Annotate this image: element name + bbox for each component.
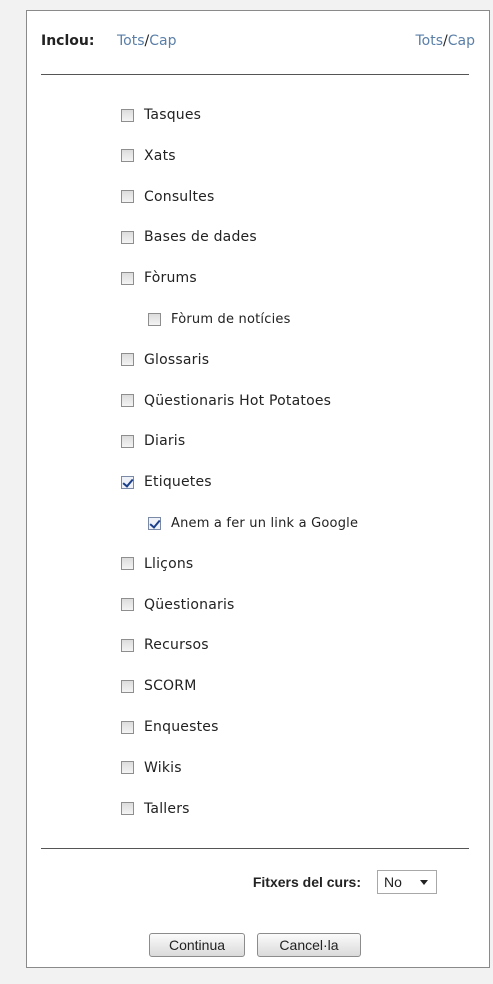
course-files-label: Fitxers del curs: xyxy=(252,874,361,890)
chevron-down-icon xyxy=(420,880,428,885)
module-label: SCORM xyxy=(144,678,197,695)
top-divider xyxy=(41,74,469,75)
module-item: Tasques xyxy=(121,105,201,125)
module-label: Tasques xyxy=(144,107,202,123)
course-files-select[interactable]: No xyxy=(377,870,437,894)
include-label: Inclou: xyxy=(41,33,95,49)
module-label: Lliçons xyxy=(144,555,194,572)
backup-options-panel: Inclou: Tots/Cap Tots/Cap Tasques Xats Con… xyxy=(26,10,490,968)
course-files-select-value: No xyxy=(384,874,402,890)
module-label: Consultes xyxy=(144,188,215,205)
module-item: Qüestionaris Hot Potatoes xyxy=(121,391,331,411)
module-item: Consultes xyxy=(121,187,214,207)
module-label: Glossaris xyxy=(144,351,210,368)
module-label: Xats xyxy=(144,147,176,164)
module-item: Diaris xyxy=(121,431,185,451)
module-item: SCORM xyxy=(121,676,197,696)
include-links-left: Tots/Cap xyxy=(117,33,177,49)
module-checkbox[interactable] xyxy=(121,638,134,652)
module-checkbox[interactable] xyxy=(121,598,134,612)
module-checkbox[interactable] xyxy=(121,353,134,367)
module-checkbox[interactable] xyxy=(121,557,134,571)
sub-module-item: Fòrum de notícies xyxy=(148,309,291,329)
module-label: Etiquetes xyxy=(144,474,212,491)
module-label: Anem a fer un link a Google xyxy=(171,515,359,531)
module-item: Wikis xyxy=(121,758,182,778)
module-checkbox[interactable] xyxy=(121,720,134,734)
module-checkbox[interactable] xyxy=(121,149,134,163)
module-label: Fòrum de notícies xyxy=(171,311,291,327)
continue-button[interactable]: Continua xyxy=(149,933,245,957)
module-checkbox[interactable] xyxy=(121,230,134,244)
module-checkbox[interactable] xyxy=(121,271,134,285)
module-item: Fòrums xyxy=(121,268,197,288)
module-checkbox[interactable] xyxy=(121,679,134,693)
module-checkbox[interactable] xyxy=(121,802,134,816)
select-all-link[interactable]: Tots xyxy=(117,33,145,49)
module-label: Bases de dades xyxy=(144,229,257,246)
module-label: Qüestionaris Hot Potatoes xyxy=(144,392,332,409)
module-item: Qüestionaris xyxy=(121,595,235,615)
module-checkbox[interactable] xyxy=(121,108,134,122)
module-label: Tallers xyxy=(144,800,190,817)
include-header: Inclou: Tots/Cap Tots/Cap xyxy=(41,33,475,55)
module-item: Tallers xyxy=(121,799,190,819)
select-none-userdata-link[interactable]: Cap xyxy=(448,33,475,49)
module-checkbox[interactable] xyxy=(121,475,134,489)
select-all-userdata-link[interactable]: Tots xyxy=(416,33,444,49)
module-item: Xats xyxy=(121,146,176,166)
module-item: Enquestes xyxy=(121,717,219,737)
module-checkbox[interactable] xyxy=(121,434,134,448)
module-checkbox[interactable] xyxy=(121,394,134,408)
module-item: Recursos xyxy=(121,635,209,655)
select-none-link[interactable]: Cap xyxy=(149,33,176,49)
module-item: Lliçons xyxy=(121,554,193,574)
module-checkbox[interactable] xyxy=(121,190,134,204)
module-label: Wikis xyxy=(144,759,182,776)
bottom-divider xyxy=(41,848,469,849)
module-checkbox[interactable] xyxy=(148,516,161,530)
module-item: Etiquetes xyxy=(121,472,212,492)
module-checkbox[interactable] xyxy=(121,761,134,775)
cancel-button[interactable]: Cancel·la xyxy=(257,933,361,957)
module-label: Fòrums xyxy=(144,270,197,287)
module-item: Bases de dades xyxy=(121,227,257,247)
sub-module-item: Anem a fer un link a Google xyxy=(148,513,358,533)
module-checkbox[interactable] xyxy=(148,312,161,326)
course-files-row: Fitxers del curs: No xyxy=(27,868,489,896)
module-label: Diaris xyxy=(144,433,186,450)
module-item: Glossaris xyxy=(121,350,209,370)
include-links-right: Tots/Cap xyxy=(416,33,476,49)
module-label: Recursos xyxy=(144,637,209,654)
module-label: Qüestionaris xyxy=(144,596,235,613)
module-label: Enquestes xyxy=(144,719,219,735)
